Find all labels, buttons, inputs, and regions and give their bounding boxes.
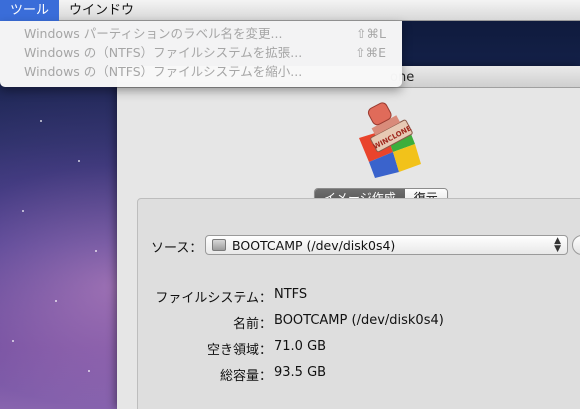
info-label: 総容量： [219,369,272,384]
source-label: ソース： [151,241,203,256]
info-value: NTFS [274,287,308,302]
updown-arrows-icon: ▲ ▼ [554,236,561,254]
star [55,300,57,302]
menu-item-expand-ntfs[interactable]: Windows の（NTFS）ファイルシステムを拡張... ⇧⌘E [0,43,402,62]
info-row-capacity: 総容量： 93.5 GB [148,365,326,384]
info-value: 93.5 GB [274,365,327,380]
info-label: 空き領域： [206,343,272,358]
menu-item-shortcut: ⇧⌘L [356,26,386,41]
menu-item-label: Windows の（NTFS）ファイルシステムを縮小... [24,64,303,79]
info-row-filesystem: ファイルシステム： NTFS [148,287,307,306]
menu-item-shortcut: ⇧⌘E [355,45,386,60]
source-popup-button[interactable]: BOOTCAMP (/dev/disk0s4) ▲ ▼ [205,235,568,255]
menu-item-label: Windows パーティションのラベル名を変更... [24,26,283,41]
menu-tools[interactable]: ツール [0,0,60,21]
menu-item-rename-partition[interactable]: Windows パーティションのラベル名を変更... ⇧⌘L [0,24,402,43]
info-row-free-space: 空き領域： 71.0 GB [148,339,326,358]
menu-bar: ツール ウインドウ [0,0,580,21]
info-value: 71.0 GB [274,339,327,354]
source-selected-value: BOOTCAMP (/dev/disk0s4) [232,237,396,253]
star [40,120,42,122]
source-panel: ソース： BOOTCAMP (/dev/disk0s4) ▲ ▼ ファイルシステム… [137,198,580,409]
app-window: one WINCLONE イメージ作成 復元 ソース： BOOTCAMP (/d… [117,66,580,409]
star [22,210,24,212]
info-row-name: 名前： BOOTCAMP (/dev/disk0s4) [148,313,444,332]
menu-item-shrink-ntfs[interactable]: Windows の（NTFS）ファイルシステムを縮小... [0,62,402,81]
star [12,340,14,342]
menu-window[interactable]: ウインドウ [59,0,144,21]
star [88,370,90,372]
star [78,160,80,162]
info-value: BOOTCAMP (/dev/disk0s4) [274,313,444,328]
tools-dropdown-menu: Windows パーティションのラベル名を変更... ⇧⌘L Windows の… [0,21,402,87]
refresh-round-button[interactable] [572,235,580,255]
menu-item-label: Windows の（NTFS）ファイルシステムを拡張... [24,45,303,60]
star [95,250,97,252]
info-label: ファイルシステム： [155,291,272,306]
winclone-stamp-icon: WINCLONE [359,102,421,178]
hard-disk-icon [212,239,226,251]
info-label: 名前： [232,317,272,332]
